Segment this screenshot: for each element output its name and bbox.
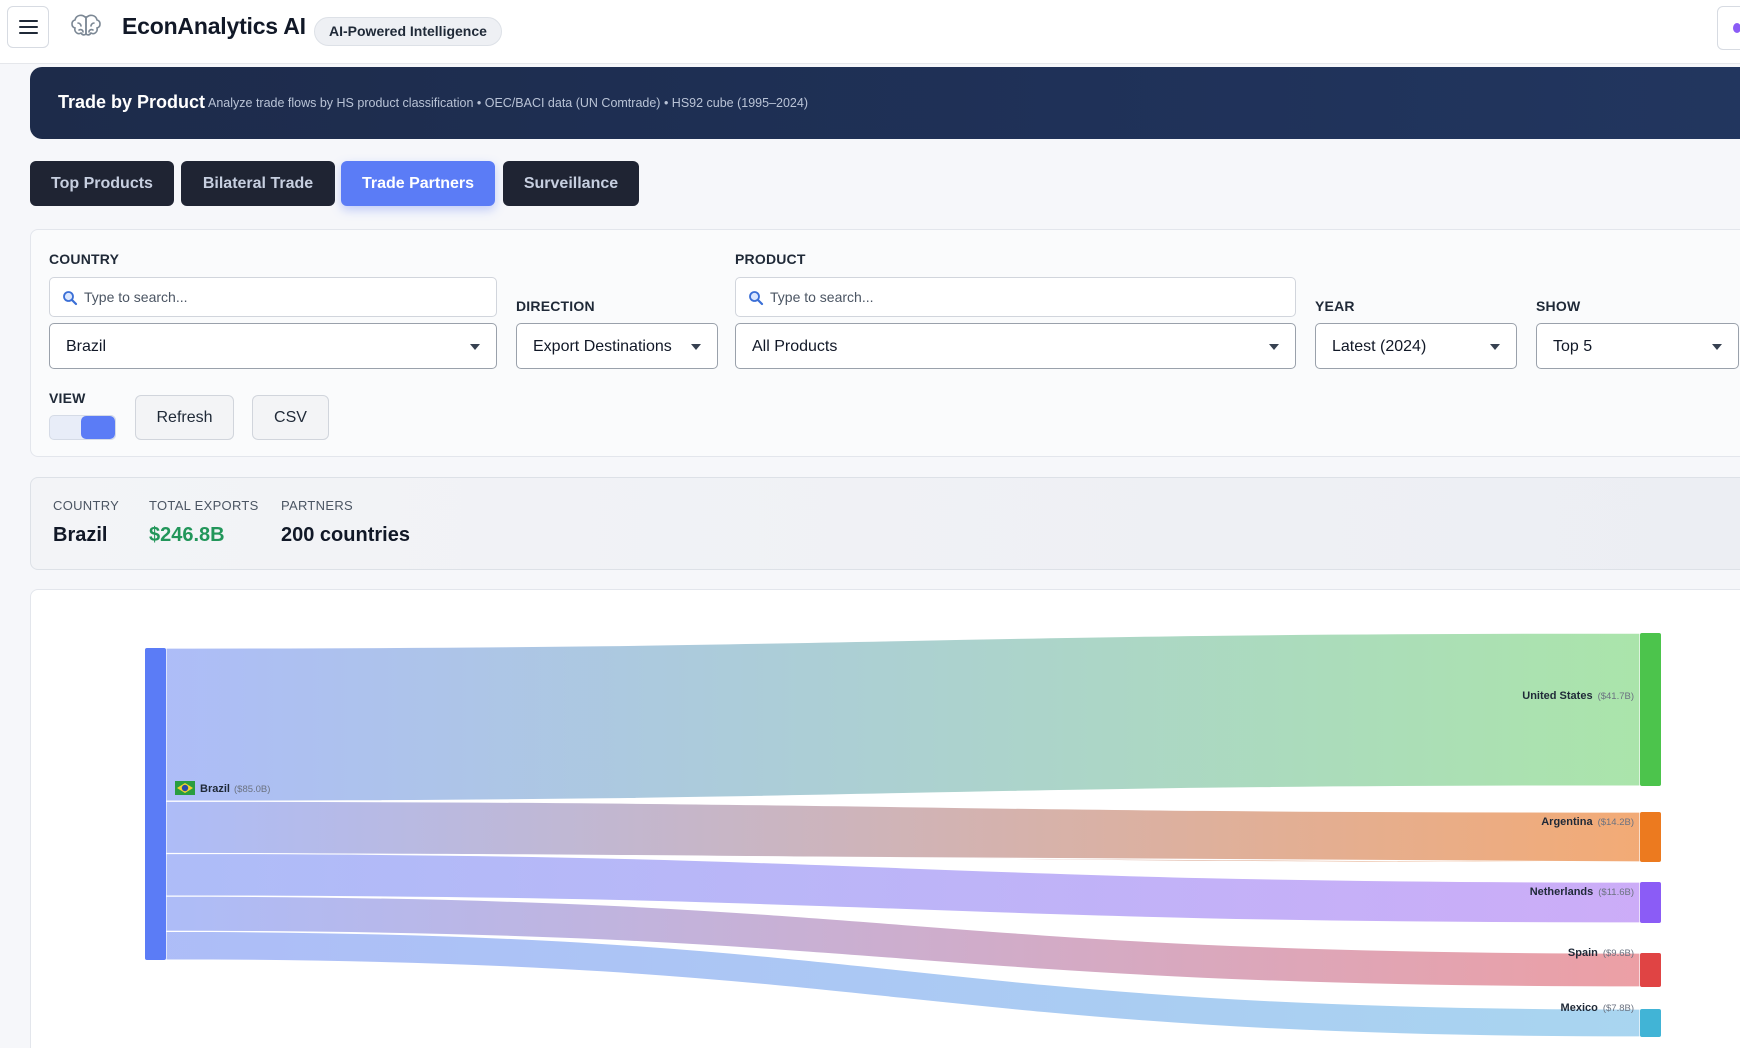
menu-line-icon <box>19 26 38 28</box>
app-title: EconAnalytics AI <box>122 13 306 39</box>
year-select[interactable]: Latest (2024) <box>1315 323 1517 369</box>
filter-panel: COUNTRY Brazil DIRECTION Export Destinat… <box>30 229 1740 457</box>
summary-partners-value: 200 countries <box>281 524 410 546</box>
summary-country-label: COUNTRY <box>53 498 120 513</box>
menu-line-icon <box>19 20 38 22</box>
tab-trade-partners[interactable]: Trade Partners <box>341 161 495 206</box>
menu-line-icon <box>19 32 38 34</box>
chevron-down-icon <box>1490 344 1500 350</box>
page-title: Trade by Product <box>58 92 206 112</box>
country-search <box>49 277 497 317</box>
country-select[interactable]: Brazil <box>49 323 497 369</box>
product-search <box>735 277 1296 317</box>
show-select-value: Top 5 <box>1553 338 1593 355</box>
toggle-knob <box>81 416 115 439</box>
node-netherlands[interactable] <box>1640 882 1661 923</box>
show-label: SHOW <box>1536 298 1581 314</box>
country-search-input[interactable] <box>84 278 486 316</box>
node-spain[interactable] <box>1640 953 1661 987</box>
node-label-brazil: Brazil <box>200 783 230 795</box>
ai-badge: AI-Powered Intelligence <box>314 17 502 46</box>
year-select-value: Latest (2024) <box>1332 338 1427 355</box>
product-select-value: All Products <box>752 338 838 355</box>
node-brazil[interactable] <box>145 648 166 960</box>
country-select-value: Brazil <box>66 338 107 355</box>
chevron-down-icon <box>470 344 480 350</box>
year-label: YEAR <box>1315 298 1355 314</box>
summary-partners-label: PARTNERS <box>281 498 353 513</box>
node-united-states[interactable] <box>1640 633 1661 786</box>
view-toggle[interactable] <box>49 415 116 440</box>
node-label-netherlands: Netherlands ($11.6B) <box>1530 886 1634 898</box>
node-label-united-states: United States ($41.7B) <box>1522 690 1634 702</box>
chevron-down-icon <box>1269 344 1279 350</box>
tab-surveillance[interactable]: Surveillance <box>503 161 639 206</box>
node-value-brazil: ($85.0B) <box>234 784 270 795</box>
chevron-down-icon <box>1712 344 1722 350</box>
summary-total-label: TOTAL EXPORTS <box>149 498 259 513</box>
flow-argentina[interactable] <box>165 800 1641 863</box>
country-label: COUNTRY <box>49 251 120 267</box>
summary-total-value: $246.8B <box>149 524 225 546</box>
node-label-argentina: Argentina ($14.2B) <box>1541 816 1634 828</box>
sankey-chart-card: Brazil ($85.0B) United States ($41.7B) Argen… <box>30 589 1740 1048</box>
node-argentina[interactable] <box>1640 812 1661 862</box>
brazil-flag-icon <box>175 781 195 795</box>
chevron-down-icon <box>691 344 701 350</box>
product-select[interactable]: All Products <box>735 323 1296 369</box>
csv-button[interactable]: CSV <box>252 395 329 440</box>
page-header-banner: Trade by Product Analyze trade flows by … <box>30 67 1740 139</box>
sankey-chart: Brazil ($85.0B) United States ($41.7B) Argen… <box>145 632 1661 1038</box>
brain-logo-icon <box>71 14 101 36</box>
product-search-input[interactable] <box>770 278 1285 316</box>
search-icon <box>749 291 764 306</box>
product-label: PRODUCT <box>735 251 806 267</box>
top-right-action-button[interactable] <box>1717 6 1740 50</box>
flow-united-states[interactable] <box>165 632 1641 802</box>
tab-top-products[interactable]: Top Products <box>30 161 174 206</box>
droplet-icon <box>1733 23 1740 33</box>
direction-select[interactable]: Export Destinations <box>516 323 718 369</box>
node-label-mexico: Mexico ($7.8B) <box>1561 1002 1634 1014</box>
direction-label: DIRECTION <box>516 298 595 314</box>
view-label: VIEW <box>49 390 86 406</box>
page-subtitle: Analyze trade flows by HS product classi… <box>208 96 808 110</box>
search-icon <box>63 291 78 306</box>
top-app-bar: EconAnalytics AI AI-Powered Intelligence <box>0 0 1740 64</box>
summary-country-value: Brazil <box>53 524 108 546</box>
tab-bilateral-trade[interactable]: Bilateral Trade <box>181 161 335 206</box>
show-select[interactable]: Top 5 <box>1536 323 1739 369</box>
hamburger-menu-button[interactable] <box>7 6 49 48</box>
direction-select-value: Export Destinations <box>533 338 672 355</box>
refresh-button[interactable]: Refresh <box>135 395 234 440</box>
summary-bar: COUNTRY Brazil TOTAL EXPORTS $246.8B PAR… <box>30 477 1740 570</box>
node-mexico[interactable] <box>1640 1009 1661 1037</box>
